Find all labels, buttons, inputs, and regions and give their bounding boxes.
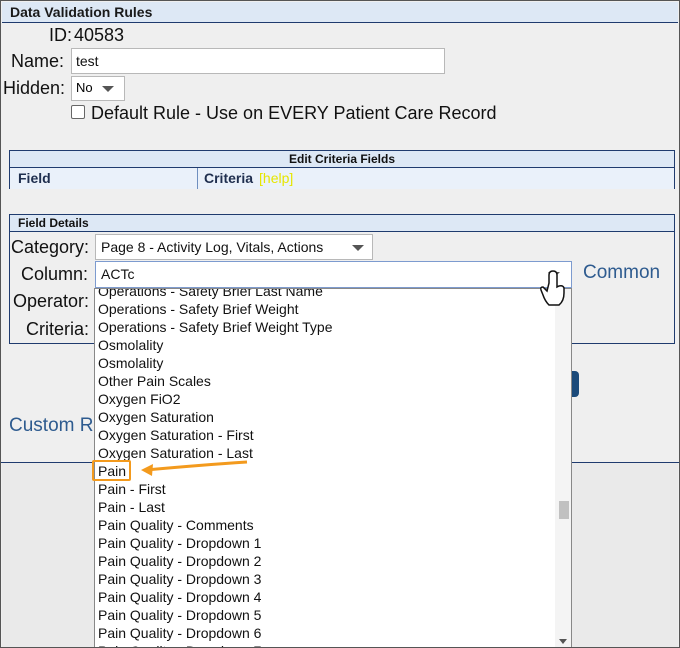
scroll-down-arrow-icon[interactable] (559, 639, 567, 644)
category-select[interactable]: Page 8 - Activity Log, Vitals, Actions (95, 234, 373, 260)
dropdown-option[interactable]: Pain (98, 462, 333, 480)
column-dropdown-list[interactable]: Operations - Safety Brief Last Name Opera… (94, 288, 572, 647)
dropdown-option[interactable]: Pain Quality - Dropdown 7 (98, 642, 333, 647)
name-label: Name: (11, 51, 65, 71)
dropdown-option[interactable]: Oxygen FiO2 (98, 390, 333, 408)
criteria-column-header: Criteria [help] (198, 168, 299, 189)
dropdown-option[interactable]: Other Pain Scales (98, 372, 333, 390)
criteria-header-row: Field Criteria [help] (10, 168, 674, 189)
scrollbar-thumb[interactable] (559, 501, 569, 519)
id-value: 40583 (74, 25, 125, 45)
panel-title: Data Validation Rules (2, 2, 678, 23)
criteria-column-label: Criteria (204, 170, 254, 186)
dropdown-options: Operations - Safety Brief Last Name Opera… (98, 289, 333, 647)
field-details-title: Field Details (10, 215, 674, 232)
dropdown-option[interactable]: Pain Quality - Comments (98, 516, 333, 534)
dropdown-option[interactable]: Pain Quality - Dropdown 5 (98, 606, 333, 624)
dropdown-option[interactable]: Pain - Last (98, 498, 333, 516)
dropdown-option[interactable]: Pain Quality - Dropdown 1 (98, 534, 333, 552)
dropdown-option[interactable]: Oxygen Saturation - First (98, 426, 333, 444)
custom-link[interactable]: Custom R (9, 415, 93, 437)
dropdown-option[interactable]: Operations - Safety Brief Last Name (98, 289, 333, 300)
dropdown-option[interactable]: Pain - First (98, 480, 333, 498)
dropdown-option[interactable]: Osmolality (98, 336, 333, 354)
common-link[interactable]: Common (583, 262, 660, 284)
dropdown-option[interactable]: Oxygen Saturation - Last (98, 444, 333, 462)
dropdown-scrollbar[interactable] (555, 289, 571, 647)
help-link[interactable]: [help] (259, 170, 293, 186)
edit-criteria-title: Edit Criteria Fields (10, 151, 674, 168)
hidden-select-value: No (76, 80, 93, 95)
dropdown-option[interactable]: Operations - Safety Brief Weight (98, 300, 333, 318)
chevron-down-icon (102, 86, 114, 92)
column-select[interactable]: ACTc (95, 261, 572, 288)
column-label: Column: (21, 264, 89, 284)
dropdown-option[interactable]: Oxygen Saturation (98, 408, 333, 426)
field-column-header: Field (10, 168, 198, 189)
dropdown-option[interactable]: Pain Quality - Dropdown 2 (98, 552, 333, 570)
operator-label: Operator: (13, 291, 90, 311)
dropdown-option[interactable]: Operations - Safety Brief Weight Type (98, 318, 333, 336)
default-rule-label: Default Rule - Use on EVERY Patient Care… (91, 103, 497, 123)
edit-criteria-section: Edit Criteria Fields Field Criteria [help… (9, 150, 675, 189)
category-label: Category: (11, 237, 90, 257)
dropdown-option[interactable]: Osmolality (98, 354, 333, 372)
chevron-down-icon (352, 245, 364, 251)
dropdown-option[interactable]: Pain Quality - Dropdown 6 (98, 624, 333, 642)
column-select-value: ACTc (101, 266, 135, 282)
validation-rules-panel: Data Validation Rules ID: 40583 Name: Hi… (0, 0, 680, 648)
category-select-value: Page 8 - Activity Log, Vitals, Actions (101, 239, 324, 255)
criteria-label: Criteria: (26, 319, 90, 339)
id-label: ID: (49, 25, 73, 45)
default-rule-checkbox[interactable] (71, 105, 85, 119)
hidden-select[interactable]: No (71, 76, 125, 101)
highlight-box (92, 460, 131, 481)
hidden-label: Hidden: (3, 78, 66, 98)
dropdown-option[interactable]: Pain Quality - Dropdown 4 (98, 588, 333, 606)
dropdown-option[interactable]: Pain Quality - Dropdown 3 (98, 570, 333, 588)
name-field[interactable] (71, 48, 445, 74)
chevron-down-icon (548, 272, 560, 278)
